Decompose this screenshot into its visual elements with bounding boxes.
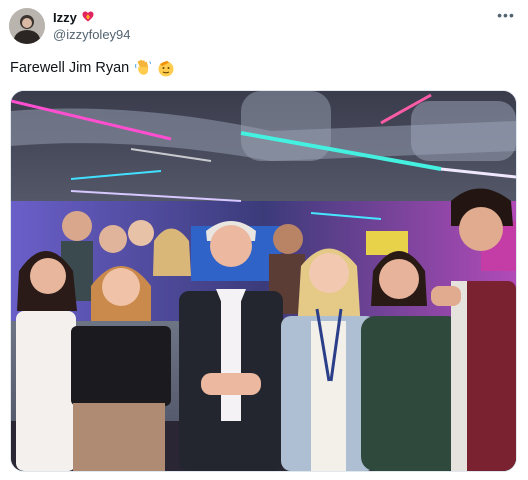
avatar[interactable] — [9, 8, 45, 44]
author-name[interactable]: Izzy — [53, 10, 77, 26]
waving-hand-icon — [134, 59, 152, 77]
tweet-photo[interactable] — [10, 90, 517, 472]
author-name-row[interactable]: Izzy — [53, 9, 95, 27]
saluting-face-icon — [157, 59, 175, 77]
tweet-card: Izzy @izzyfoley94 ••• Farewell Jim Ryan — [0, 0, 528, 480]
tweet-text-row: Farewell Jim Ryan — [10, 58, 175, 78]
fire-heart-icon — [81, 9, 95, 27]
tweet-text: Farewell Jim Ryan — [10, 60, 130, 76]
author-handle[interactable]: @izzyfoley94 — [53, 27, 131, 43]
more-options-icon[interactable]: ••• — [496, 7, 516, 23]
